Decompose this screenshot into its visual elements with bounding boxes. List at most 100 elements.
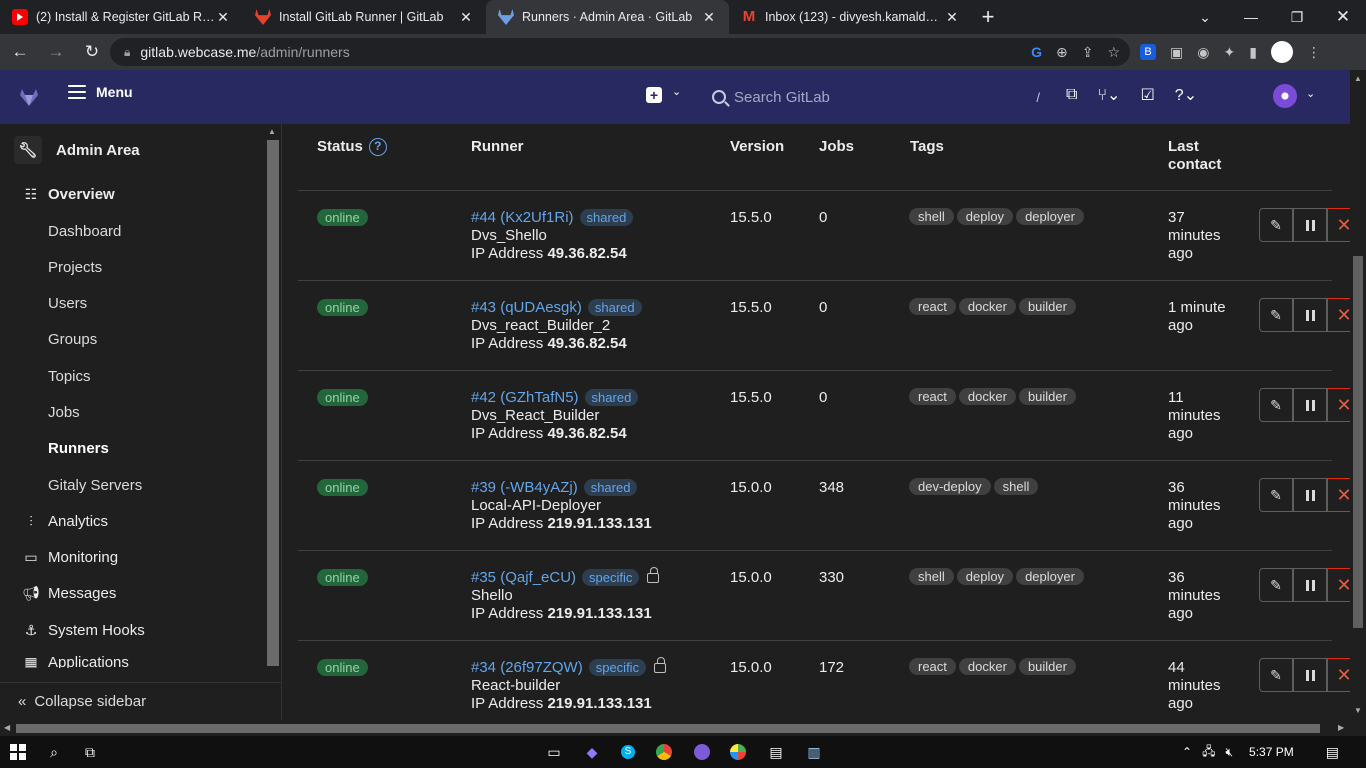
scroll-up-arrow-icon[interactable]: ▲ xyxy=(1354,74,1362,83)
delete-button[interactable]: ✕ xyxy=(1327,298,1350,332)
edit-button[interactable]: ✎ xyxy=(1259,568,1293,602)
sidebar-item-analytics[interactable]: ⫶ Analytics xyxy=(22,509,108,533)
extension-bitwarden-icon[interactable]: B xyxy=(1140,44,1156,60)
edit-button[interactable]: ✎ xyxy=(1259,298,1293,332)
close-tab-icon[interactable]: ✕ xyxy=(458,9,474,26)
close-window-icon[interactable]: ✕ xyxy=(1320,0,1366,34)
skype-icon[interactable]: S xyxy=(618,742,638,762)
app-icon[interactable] xyxy=(728,742,748,762)
google-icon[interactable]: G xyxy=(1031,44,1042,60)
terminal-icon[interactable]: ▤ xyxy=(766,742,786,762)
tab-search-icon[interactable]: ⌄ xyxy=(1182,0,1228,34)
close-tab-icon[interactable]: ✕ xyxy=(215,9,231,26)
scroll-up-arrow-icon[interactable]: ▲ xyxy=(268,127,276,136)
side-panel-icon[interactable]: ▮ xyxy=(1249,44,1257,61)
task-view-icon[interactable]: ⧉ xyxy=(80,742,100,762)
sidebar-item-projects[interactable]: Projects xyxy=(48,255,102,279)
sidebar-item-jobs[interactable]: Jobs xyxy=(48,400,80,424)
extension-icon[interactable]: ◉ xyxy=(1197,44,1209,61)
horizontal-scrollbar[interactable]: ◀ ▶ xyxy=(0,720,1350,736)
zoom-icon[interactable]: ⊕ xyxy=(1056,44,1068,61)
forward-icon[interactable]: → xyxy=(40,36,72,68)
help-icon[interactable]: ? xyxy=(368,138,387,157)
runner-link[interactable]: #35 (Qajf_eCU) xyxy=(471,569,576,586)
chevron-up-icon[interactable]: ⌃ xyxy=(1182,745,1192,759)
new-item-icon[interactable]: + xyxy=(646,87,662,103)
browser-tab[interactable]: M Inbox (123) - divyesh.kamaldhari ✕ xyxy=(729,0,972,34)
app-icon[interactable]: ◆ xyxy=(582,742,602,762)
pause-button[interactable] xyxy=(1293,478,1327,512)
edit-button[interactable]: ✎ xyxy=(1259,478,1293,512)
delete-button[interactable]: ✕ xyxy=(1327,208,1350,242)
todos-icon[interactable]: ☑ xyxy=(1140,85,1154,105)
sidebar-item-monitoring[interactable]: ▭ Monitoring xyxy=(22,545,118,569)
avatar[interactable] xyxy=(1273,84,1297,108)
runner-link[interactable]: #43 (qUDAesgk) xyxy=(471,299,582,316)
page-scrollbar[interactable]: ▲ ▼ xyxy=(1350,70,1366,720)
pause-button[interactable] xyxy=(1293,298,1327,332)
pause-button[interactable] xyxy=(1293,388,1327,422)
sidebar-item-dashboard[interactable]: Dashboard xyxy=(48,219,121,243)
back-icon[interactable]: ← xyxy=(4,36,36,68)
bookmark-star-icon[interactable]: ☆ xyxy=(1107,44,1120,61)
notepad-icon[interactable]: ▥ xyxy=(804,742,824,762)
sidebar-item-runners[interactable]: Runners xyxy=(48,436,109,460)
sidebar-item-messages[interactable]: 📢︎ Messages xyxy=(22,581,116,605)
collapse-sidebar-button[interactable]: « Collapse sidebar xyxy=(0,682,282,720)
delete-button[interactable]: ✕ xyxy=(1327,478,1350,512)
runner-link[interactable]: #44 (Kx2Uf1Ri) xyxy=(471,209,574,226)
edit-button[interactable]: ✎ xyxy=(1259,388,1293,422)
runner-link[interactable]: #42 (GZhTafN5) xyxy=(471,389,579,406)
edit-button[interactable]: ✎ xyxy=(1259,208,1293,242)
search-icon[interactable]: ⌕ xyxy=(44,742,64,762)
chrome-menu-icon[interactable]: ⋮ xyxy=(1307,44,1321,61)
scrollbar-thumb[interactable] xyxy=(267,140,279,666)
volume-icon[interactable]: 🔇︎ xyxy=(1225,745,1233,760)
address-bar[interactable]: 🔒︎ gitlab.webcase.me/admin/runners G ⊕ ⇪… xyxy=(110,38,1130,66)
extension-icon[interactable]: ▣ xyxy=(1170,44,1183,61)
browser-tab[interactable]: Install GitLab Runner | GitLab ✕ xyxy=(243,0,486,34)
app-icon[interactable] xyxy=(692,742,712,762)
delete-button[interactable]: ✕ xyxy=(1327,568,1350,602)
pause-button[interactable] xyxy=(1293,658,1327,692)
delete-button[interactable]: ✕ xyxy=(1327,658,1350,692)
sidebar-item-users[interactable]: Users xyxy=(48,291,87,315)
new-tab-button[interactable]: + xyxy=(972,0,1004,34)
gitlab-logo-icon[interactable] xyxy=(18,86,40,108)
chrome-icon[interactable] xyxy=(654,742,674,762)
help-icon[interactable]: ?⌄ xyxy=(1175,85,1197,105)
windows-start-icon[interactable] xyxy=(8,742,28,762)
pause-button[interactable] xyxy=(1293,568,1327,602)
notifications-icon[interactable]: ▤ xyxy=(1326,744,1339,761)
sidebar-item-gitaly-servers[interactable]: Gitaly Servers xyxy=(48,473,142,497)
maximize-icon[interactable]: ❐ xyxy=(1274,0,1320,34)
scroll-right-arrow-icon[interactable]: ▶ xyxy=(1338,723,1344,732)
close-tab-icon[interactable]: ✕ xyxy=(701,9,717,26)
sidebar-item-applications[interactable]: ▦ Applications xyxy=(22,654,129,668)
runner-link[interactable]: #39 (-WB4yAZj) xyxy=(471,479,578,496)
sidebar-scrollbar[interactable]: ▲ xyxy=(264,124,280,669)
issues-icon[interactable]: ⧉ xyxy=(1066,86,1077,104)
network-icon[interactable]: 🖧︎ xyxy=(1202,742,1215,763)
browser-tab-active[interactable]: Runners · Admin Area · GitLab ✕ xyxy=(486,0,729,34)
reload-icon[interactable]: ↻ xyxy=(76,36,108,68)
sidebar-item-system-hooks[interactable]: ⚓︎ System Hooks xyxy=(22,618,145,642)
edit-button[interactable]: ✎ xyxy=(1259,658,1293,692)
sidebar-item-topics[interactable]: Topics xyxy=(48,364,91,388)
scroll-down-arrow-icon[interactable]: ▼ xyxy=(1354,706,1362,715)
scrollbar-thumb[interactable] xyxy=(16,724,1320,733)
delete-button[interactable]: ✕ xyxy=(1327,388,1350,422)
chevron-down-icon[interactable]: ⌄ xyxy=(672,85,681,98)
scrollbar-thumb[interactable] xyxy=(1353,256,1363,628)
close-tab-icon[interactable]: ✕ xyxy=(944,9,960,26)
share-icon[interactable]: ⇪ xyxy=(1082,44,1094,61)
merge-requests-icon[interactable]: ⑂⌄ xyxy=(1097,85,1120,105)
menu-button[interactable]: Menu xyxy=(68,84,133,100)
extensions-puzzle-icon[interactable]: ✦ xyxy=(1223,44,1235,61)
sidebar-item-groups[interactable]: Groups xyxy=(48,327,97,351)
runner-link[interactable]: #34 (26f97ZQW) xyxy=(471,659,583,676)
desktop-app-icon[interactable]: ▭ xyxy=(544,742,564,762)
minimize-icon[interactable]: — xyxy=(1228,0,1274,34)
sidebar-context-header[interactable]: 🔧︎ Admin Area xyxy=(14,132,140,168)
chevron-down-icon[interactable]: ⌄ xyxy=(1306,87,1315,100)
